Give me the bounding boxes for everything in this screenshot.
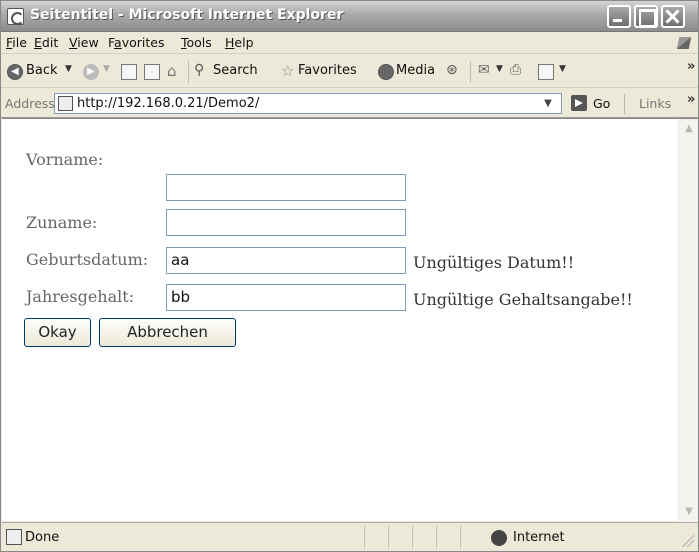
mail-dropdown-icon[interactable]: ▼	[496, 64, 503, 74]
menu-view[interactable]: View	[69, 35, 99, 50]
close-button[interactable]	[661, 5, 685, 28]
zuname-input[interactable]	[166, 209, 406, 236]
vorname-input[interactable]	[166, 174, 406, 201]
geburtsdatum-error: Ungültiges Datum!!	[413, 253, 575, 272]
jahresgehalt-input[interactable]: bb	[166, 284, 406, 311]
forward-arrow-icon[interactable]: ▶	[83, 64, 99, 80]
links-separator	[624, 94, 625, 114]
toolbar-chevron-icon[interactable]: »	[687, 59, 695, 74]
ie-page-icon	[58, 96, 73, 111]
address-input[interactable]: http://192.168.0.21/Demo2/ ▼	[54, 93, 562, 114]
vertical-scrollbar[interactable]: ▲ ▼	[678, 119, 698, 522]
toolbar: ◀ Back ▼ ▶ ▼ ⌂ ⚲ Search ☆ Favorites Medi…	[1, 55, 698, 88]
maximize-button[interactable]	[634, 5, 658, 28]
globe-icon	[491, 530, 507, 546]
page-content: Vorname: Zuname: Geburtsdatum: aa Ungült…	[2, 118, 698, 522]
status-pane-divider	[436, 525, 437, 549]
status-text: Done	[25, 530, 60, 545]
vorname-label: Vorname:	[26, 150, 104, 169]
zuname-label: Zuname:	[26, 213, 98, 232]
links-chevron-icon[interactable]: »	[687, 92, 695, 107]
media-icon[interactable]	[378, 64, 394, 80]
edit-icon[interactable]	[538, 64, 554, 80]
menu-tools[interactable]: Tools	[181, 35, 212, 50]
window-title: Seitentitel - Microsoft Internet Explore…	[30, 7, 344, 23]
print-icon[interactable]: ⎙	[510, 62, 526, 78]
address-value[interactable]: http://192.168.0.21/Demo2/	[77, 96, 259, 111]
zone-text: Internet	[513, 530, 565, 545]
favorites-star-icon[interactable]: ☆	[281, 62, 297, 80]
menu-file[interactable]: File	[6, 35, 27, 50]
search-icon[interactable]: ⚲	[194, 62, 210, 78]
back-arrow-icon[interactable]: ◀	[7, 64, 23, 80]
ie-page-icon	[7, 8, 24, 25]
go-arrow-icon[interactable]	[571, 95, 587, 111]
jahresgehalt-label: Jahresgehalt:	[26, 287, 135, 306]
menu-help[interactable]: Help	[225, 35, 254, 50]
back-button[interactable]: Back	[26, 63, 58, 78]
toolbar-separator	[188, 61, 189, 83]
title-bar: Seitentitel - Microsoft Internet Explore…	[1, 1, 698, 32]
address-dropdown-icon[interactable]: ▼	[538, 93, 558, 114]
search-button[interactable]: Search	[213, 63, 258, 78]
home-icon[interactable]: ⌂	[167, 62, 183, 80]
status-pane-divider	[388, 525, 389, 549]
jahresgehalt-error: Ungültige Gehaltsangabe!!	[413, 290, 633, 309]
browser-window: Seitentitel - Microsoft Internet Explore…	[0, 0, 699, 552]
history-icon[interactable]: ⊛	[446, 62, 462, 78]
status-pane-divider	[412, 525, 413, 549]
status-bar: Done Internet	[2, 522, 698, 551]
status-pane-divider	[460, 525, 461, 549]
resize-grip-icon[interactable]	[680, 533, 694, 547]
toolbar-separator	[470, 61, 471, 83]
status-pane-divider	[364, 525, 365, 549]
favorites-button[interactable]: Favorites	[298, 63, 357, 78]
mail-icon[interactable]: ✉	[478, 62, 494, 78]
scroll-up-icon[interactable]: ▲	[679, 119, 699, 139]
menu-edit[interactable]: Edit	[34, 35, 58, 50]
windows-logo-icon	[673, 34, 695, 52]
abbrechen-button[interactable]: Abbrechen	[99, 318, 236, 347]
menu-favorites[interactable]: Favorites	[108, 35, 164, 50]
address-bar: Address http://192.168.0.21/Demo2/ ▼ Go …	[1, 88, 698, 118]
stop-icon[interactable]	[121, 64, 137, 80]
forward-dropdown-icon[interactable]: ▼	[103, 64, 110, 74]
address-label: Address	[5, 96, 55, 111]
go-button[interactable]: Go	[593, 96, 610, 111]
geburtsdatum-input[interactable]: aa	[166, 247, 406, 274]
media-button[interactable]: Media	[396, 63, 435, 78]
refresh-icon[interactable]	[144, 64, 160, 80]
edit-dropdown-icon[interactable]: ▼	[559, 64, 566, 74]
menu-bar: File Edit View Favorites Tools Help	[1, 32, 698, 54]
minimize-button[interactable]	[607, 5, 631, 28]
links-button[interactable]: Links	[639, 96, 671, 111]
okay-button[interactable]: Okay	[24, 318, 91, 347]
back-dropdown-icon[interactable]: ▼	[65, 64, 72, 74]
ie-page-icon	[6, 529, 22, 545]
geburtsdatum-label: Geburtsdatum:	[26, 250, 149, 269]
scroll-down-icon[interactable]: ▼	[679, 502, 699, 522]
